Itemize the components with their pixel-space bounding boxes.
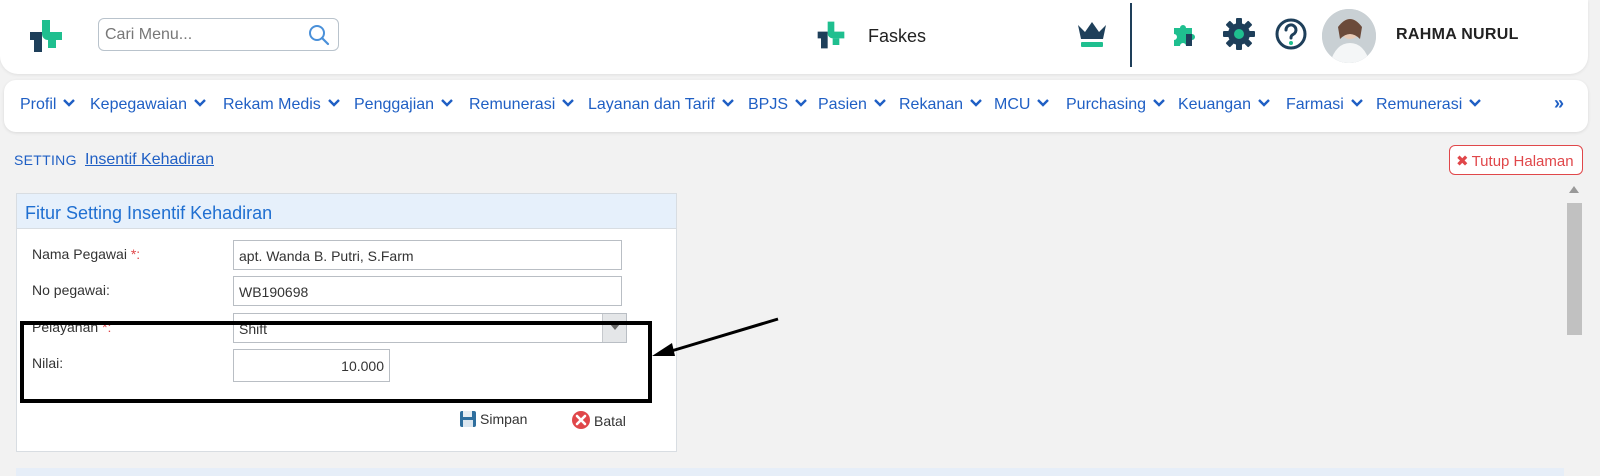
- close-icon: ✖: [1456, 153, 1469, 170]
- facility-name: Faskes: [868, 26, 927, 46]
- chevron-down-icon: [1469, 99, 1482, 107]
- nav-item-label: Penggajian: [354, 96, 435, 113]
- panel-title: Fitur Setting Insentif Kehadiran: [25, 203, 273, 223]
- nav-more-button[interactable]: »: [1554, 93, 1564, 114]
- chevron-down-icon: [1037, 99, 1050, 107]
- nav-item-label: Remunerasi: [469, 96, 556, 113]
- label-text: Nama Pegawai: [32, 246, 127, 262]
- chevron-down-icon: [441, 99, 453, 107]
- cancel-button[interactable]: Batal: [571, 410, 626, 430]
- help-icon[interactable]: [1274, 17, 1308, 51]
- cancel-circle-icon: [572, 411, 590, 429]
- panel-header: Fitur Setting Insentif Kehadiran: [17, 194, 676, 229]
- nav-item-label: Pasien: [818, 96, 867, 113]
- breadcrumb-current[interactable]: Insentif Kehadiran: [85, 151, 214, 169]
- nav-item-layanan-tarif[interactable]: Layanan dan Tarif: [588, 96, 735, 114]
- avatar[interactable]: [1322, 9, 1376, 63]
- nav-item-rekam-medis[interactable]: Rekam Medis: [223, 96, 341, 114]
- chevron-down-icon: [874, 99, 886, 107]
- gear-icon[interactable]: [1222, 17, 1256, 51]
- nav-item-bpjs[interactable]: BPJS: [748, 96, 808, 114]
- chevron-down-icon: [327, 99, 340, 107]
- app-logo-icon[interactable]: [28, 18, 64, 54]
- nav-item-label: Layanan dan Tarif: [588, 96, 715, 113]
- nav-item-pasien[interactable]: Pasien: [818, 96, 887, 114]
- nav-item-label: BPJS: [748, 96, 789, 113]
- nav-item-label: Rekam Medis: [223, 96, 321, 113]
- nav-item-label: Kepegawaian: [90, 96, 187, 113]
- nav-item-label: Purchasing: [1066, 96, 1147, 113]
- save-label: Simpan: [480, 411, 528, 427]
- chevron-down-icon: [1153, 99, 1165, 107]
- close-page-label: Tutup Halaman: [1471, 153, 1574, 170]
- chevron-down-icon: [795, 99, 807, 107]
- nav-item-label: Profil: [20, 96, 57, 113]
- nav-item-label: Rekanan: [899, 96, 964, 113]
- search-icon[interactable]: [308, 24, 330, 46]
- cancel-label: Batal: [594, 413, 626, 429]
- nav-item-farmasi[interactable]: Farmasi: [1286, 96, 1364, 114]
- nav-item-keuangan[interactable]: Keuangan: [1178, 96, 1271, 114]
- save-button[interactable]: Simpan: [459, 410, 527, 428]
- search-input[interactable]: [105, 25, 305, 45]
- floppy-disk-icon: [460, 411, 476, 427]
- close-page-button[interactable]: ✖ Tutup Halaman: [1449, 145, 1583, 175]
- required-mark: *:: [130, 246, 141, 262]
- main-nav: Profil Kepegawaian Rekam Medis Penggajia…: [4, 80, 1588, 132]
- user-name[interactable]: RAHMA NURUL: [1396, 26, 1519, 44]
- chevron-down-icon: [194, 99, 206, 107]
- nav-item-remunerasi[interactable]: Remunerasi: [469, 96, 575, 114]
- nav-item-remunerasi-2[interactable]: Remunerasi: [1376, 96, 1482, 114]
- facility-logo-icon: [817, 21, 845, 49]
- scroll-up-icon[interactable]: [1569, 186, 1579, 193]
- chevron-down-icon: [970, 99, 982, 107]
- nav-item-label: Farmasi: [1286, 96, 1344, 113]
- nav-item-purchasing[interactable]: Purchasing: [1066, 96, 1166, 114]
- chevron-down-icon: [1350, 99, 1363, 107]
- top-header: Faskes RAHMA: [0, 0, 1588, 74]
- employee-number-field[interactable]: WB190698: [233, 276, 622, 306]
- puzzle-icon[interactable]: [1170, 20, 1200, 50]
- breadcrumb-section: SETTING: [14, 152, 77, 168]
- employee-number-label: No pegawai:: [32, 282, 110, 298]
- nav-item-kepegawaian[interactable]: Kepegawaian: [90, 96, 207, 114]
- nav-item-profil[interactable]: Profil: [20, 96, 76, 114]
- employee-name-field[interactable]: apt. Wanda B. Putri, S.Farm: [233, 240, 622, 270]
- chevron-down-icon: [1258, 99, 1270, 107]
- annotation-arrow-icon: [652, 317, 779, 356]
- nav-item-rekanan[interactable]: Rekanan: [899, 96, 983, 114]
- settings-panel: Fitur Setting Insentif Kehadiran Nama Pe…: [16, 193, 677, 452]
- nav-item-label: MCU: [994, 96, 1031, 113]
- chevron-down-icon: [562, 99, 575, 107]
- employee-name-label: Nama Pegawai *:: [32, 246, 140, 262]
- highlight-annotation-box: [20, 321, 652, 403]
- user-photo-icon: [1322, 9, 1376, 63]
- next-panel-edge: [16, 468, 1564, 476]
- search-box[interactable]: [98, 18, 339, 51]
- crown-icon[interactable]: [1076, 19, 1108, 49]
- header-divider: [1130, 3, 1132, 67]
- scrollbar-thumb[interactable]: [1567, 203, 1582, 335]
- chevron-down-icon: [63, 99, 76, 107]
- nav-item-label: Keuangan: [1178, 96, 1251, 113]
- chevron-down-icon: [722, 99, 734, 107]
- nav-item-label: Remunerasi: [1376, 96, 1463, 113]
- nav-item-mcu[interactable]: MCU: [994, 96, 1050, 114]
- nav-item-penggajian[interactable]: Penggajian: [354, 96, 454, 114]
